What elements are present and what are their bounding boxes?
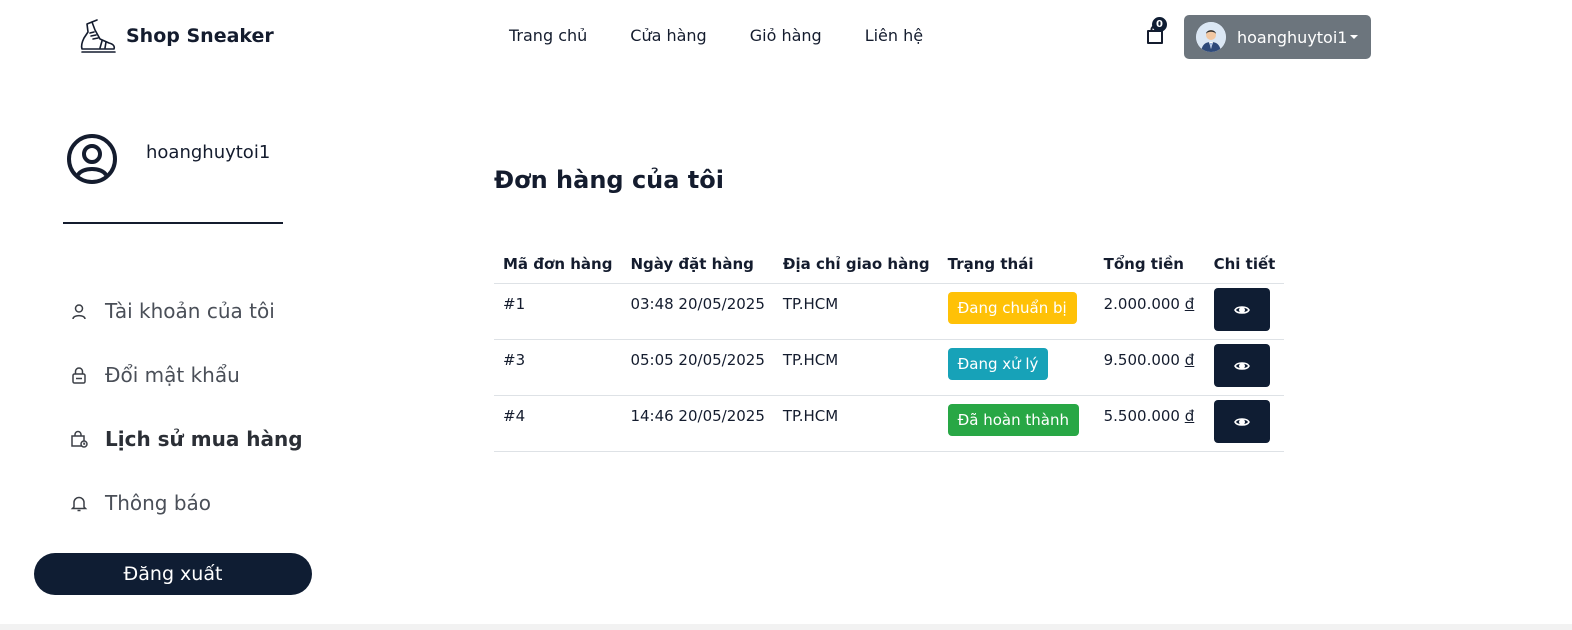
user-name: hoanghuytoi1: [1237, 27, 1348, 47]
profile-username: hoanghuytoi1: [146, 142, 271, 163]
sidebar-item-label: Lịch sử mua hàng: [105, 427, 303, 451]
order-date: 03:48 20/05/2025: [621, 283, 774, 340]
user-dropdown-button[interactable]: hoanghuytoi1: [1184, 15, 1371, 59]
column-header-order-date: Ngày đặt hàng: [621, 248, 774, 284]
nav-home[interactable]: Trang chủ: [509, 26, 587, 45]
order-status-cell: Đã hoàn thành: [938, 395, 1095, 452]
sidebar-item-notifications[interactable]: Thông báo: [70, 491, 211, 515]
column-header-status: Trạng thái: [938, 248, 1095, 284]
order-date: 14:46 20/05/2025: [621, 395, 774, 452]
currency-symbol: đ: [1184, 295, 1195, 313]
order-total-cell: 5.500.000 đ: [1094, 395, 1205, 452]
nav-contact[interactable]: Liên hệ: [865, 26, 923, 45]
order-total: 5.500.000: [1103, 407, 1180, 425]
logout-button[interactable]: Đăng xuất: [34, 553, 312, 595]
cart-count-badge: 0: [1152, 17, 1167, 32]
column-header-detail: Chi tiết: [1204, 248, 1285, 284]
eye-icon: [1233, 417, 1250, 426]
nav-cart[interactable]: Giỏ hàng: [750, 26, 822, 45]
sidebar-item-order-history[interactable]: Lịch sử mua hàng: [70, 427, 303, 451]
sidebar-item-label: Đổi mật khẩu: [105, 363, 240, 387]
order-address: TP.HCM: [773, 283, 939, 340]
column-header-order-id: Mã đơn hàng: [494, 248, 622, 284]
bell-icon: [70, 494, 88, 512]
order-status-cell: Đang xử lý: [938, 339, 1095, 396]
order-address: TP.HCM: [773, 395, 939, 452]
eye-icon: [1233, 305, 1250, 314]
page-title: Đơn hàng của tôi: [494, 166, 724, 194]
table-row: #1 03:48 20/05/2025 TP.HCM Đang chuẩn bị…: [494, 283, 1285, 340]
order-total: 2.000.000: [1103, 295, 1180, 313]
order-total-cell: 2.000.000 đ: [1094, 283, 1205, 340]
chevron-down-icon: [1350, 35, 1359, 39]
sneaker-logo-icon: [80, 19, 116, 53]
profile-divider: [63, 222, 283, 224]
sidebar-item-label: Tài khoản của tôi: [105, 299, 275, 323]
order-address: TP.HCM: [773, 339, 939, 396]
view-order-button[interactable]: [1213, 344, 1270, 387]
table-header-row: Mã đơn hàng Ngày đặt hàng Địa chỉ giao h…: [494, 248, 1285, 284]
cart-button[interactable]: 0: [1144, 17, 1167, 46]
eye-icon: [1233, 361, 1250, 370]
table-row: #3 05:05 20/05/2025 TP.HCM Đang xử lý 9.…: [494, 339, 1285, 396]
order-date: 05:05 20/05/2025: [621, 339, 774, 396]
currency-symbol: đ: [1184, 407, 1195, 425]
view-order-button[interactable]: [1213, 400, 1270, 443]
order-detail-cell: [1204, 283, 1285, 340]
brand-name: Shop Sneaker: [126, 25, 274, 47]
status-badge: Đã hoàn thành: [947, 404, 1079, 436]
view-order-button[interactable]: [1213, 288, 1270, 331]
table-row: #4 14:46 20/05/2025 TP.HCM Đã hoàn thành…: [494, 395, 1285, 452]
avatar: [1196, 22, 1226, 52]
user-icon: [70, 302, 88, 320]
order-detail-cell: [1204, 395, 1285, 452]
sidebar-item-label: Thông báo: [105, 491, 212, 515]
order-id: #4: [494, 395, 622, 452]
main-nav: Trang chủ Cửa hàng Giỏ hàng Liên hệ: [509, 26, 966, 45]
status-badge: Đang chuẩn bị: [947, 292, 1077, 324]
sidebar-item-change-password[interactable]: Đổi mật khẩu: [70, 363, 240, 387]
orders-table: Mã đơn hàng Ngày đặt hàng Địa chỉ giao h…: [494, 248, 1285, 452]
shopping-bag-clock-icon: [70, 430, 88, 448]
brand-logo-link[interactable]: Shop Sneaker: [78, 18, 274, 54]
currency-symbol: đ: [1184, 351, 1195, 369]
order-id: #3: [494, 339, 622, 396]
order-detail-cell: [1204, 339, 1285, 396]
order-id: #1: [494, 283, 622, 340]
sidebar-item-account[interactable]: Tài khoản của tôi: [70, 299, 275, 323]
order-status-cell: Đang chuẩn bị: [938, 283, 1095, 340]
order-total-cell: 9.500.000 đ: [1094, 339, 1205, 396]
column-header-total: Tổng tiền: [1094, 248, 1205, 284]
page-bottom-strip: [0, 624, 1572, 630]
nav-shop[interactable]: Cửa hàng: [630, 26, 706, 45]
column-header-address: Địa chỉ giao hàng: [773, 248, 939, 284]
user-circle-icon: [67, 134, 117, 184]
status-badge: Đang xử lý: [947, 348, 1049, 380]
lock-icon: [70, 366, 88, 384]
order-total: 9.500.000: [1103, 351, 1180, 369]
